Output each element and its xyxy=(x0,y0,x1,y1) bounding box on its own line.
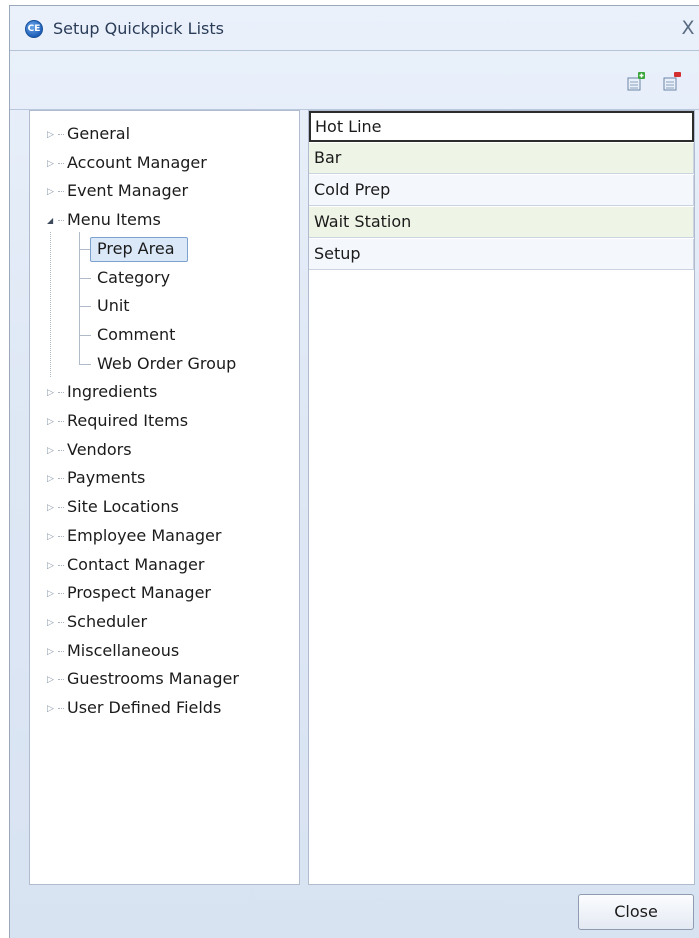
collapsed-arrow-icon[interactable]: ▷ xyxy=(47,121,57,147)
add-list-icon[interactable] xyxy=(626,72,646,92)
tree-branch-line xyxy=(79,334,91,336)
tree-subitem-unit[interactable]: Unit xyxy=(97,293,130,319)
list-item-wait-station[interactable]: Wait Station xyxy=(309,207,694,238)
collapsed-arrow-icon[interactable]: ▷ xyxy=(47,609,57,635)
tree-item-label: User Defined Fields xyxy=(67,698,222,717)
tree-connector xyxy=(58,507,64,509)
tree-subitem-category[interactable]: Category xyxy=(97,265,170,291)
tree-item-label: Prospect Manager xyxy=(67,583,212,603)
tree-item-label: Site Locations xyxy=(67,497,179,517)
collapsed-arrow-icon[interactable]: ▷ xyxy=(47,580,57,606)
tree-margin-line xyxy=(50,231,51,378)
remove-list-icon[interactable] xyxy=(662,72,682,92)
tree-item-event-manager[interactable]: ▷ Event Manager xyxy=(47,178,287,204)
setup-quickpick-lists-dialog: CE Setup Quickpick Lists X ▷ General ▷ A… xyxy=(9,5,699,938)
tree-connector xyxy=(58,478,64,480)
tree-subitem-prep-area[interactable]: Prep Area xyxy=(97,236,175,262)
expanded-arrow-icon[interactable]: ◢ xyxy=(47,207,57,233)
tree-connector xyxy=(58,134,64,135)
tree-item-ingredients[interactable]: ▷ Ingredients xyxy=(47,379,287,405)
close-button[interactable]: Close xyxy=(578,894,694,930)
tree-item-scheduler[interactable]: ▷ Scheduler xyxy=(47,609,287,635)
tree-item-employee-manager[interactable]: ▷ Employee Manager xyxy=(47,523,287,549)
tree-item-contact-manager[interactable]: ▷ Contact Manager xyxy=(47,552,287,578)
tree-connector xyxy=(58,593,64,595)
list-item-cold-prep[interactable]: Cold Prep xyxy=(309,175,694,206)
tree-subitem-comment[interactable]: Comment xyxy=(97,322,175,348)
quickpick-list[interactable]: Hot Line Bar Cold Prep Wait Station Setup xyxy=(308,110,695,885)
collapsed-arrow-icon[interactable]: ▷ xyxy=(47,523,57,549)
collapsed-arrow-icon[interactable]: ▷ xyxy=(47,666,57,692)
window-title: Setup Quickpick Lists xyxy=(53,19,224,38)
tree-item-label: General xyxy=(67,124,131,143)
tree-branch-line xyxy=(79,306,91,308)
tree-connector xyxy=(58,162,64,164)
close-window-icon[interactable]: X xyxy=(677,18,699,40)
tree-item-label: Miscellaneous xyxy=(67,640,180,660)
tree-item-guestrooms-manager[interactable]: ▷ Guestrooms Manager xyxy=(47,666,287,692)
toolbar xyxy=(10,52,699,110)
tree-item-label: Guestrooms Manager xyxy=(67,669,239,689)
list-item-bar[interactable]: Bar xyxy=(309,143,694,174)
tree-connector xyxy=(58,679,64,681)
tree-connector xyxy=(58,535,64,537)
tree-item-payments[interactable]: ▷ Payments xyxy=(47,465,287,491)
tree-item-label: Event Manager xyxy=(67,181,189,201)
tree-item-required-items[interactable]: ▷ Required Items xyxy=(47,408,287,434)
tree-connector xyxy=(58,220,64,222)
tree-connector xyxy=(58,564,64,566)
tree-item-label: Employee Manager xyxy=(67,525,222,545)
tree-connector xyxy=(58,650,64,652)
tree-item-label: Contact Manager xyxy=(67,554,205,574)
collapsed-arrow-icon[interactable]: ▷ xyxy=(47,638,57,664)
collapsed-arrow-icon[interactable]: ▷ xyxy=(47,465,57,491)
tree-branch-line xyxy=(79,277,91,279)
tree-connector xyxy=(58,708,64,709)
list-item-setup[interactable]: Setup xyxy=(309,239,694,270)
tree-connector xyxy=(58,421,64,422)
title-bar[interactable]: CE Setup Quickpick Lists X xyxy=(10,6,699,51)
tree-item-general[interactable]: ▷ General xyxy=(47,121,287,147)
tree-item-user-defined-fields[interactable]: ▷ User Defined Fields xyxy=(47,695,287,721)
category-tree[interactable]: ▷ General ▷ Account Manager ▷ Event Manager ◢ M… xyxy=(29,110,300,885)
tree-item-label: Ingredients xyxy=(67,382,158,402)
tree-item-site-locations[interactable]: ▷ Site Locations xyxy=(47,494,287,520)
collapsed-arrow-icon[interactable]: ▷ xyxy=(47,552,57,578)
tree-item-account-manager[interactable]: ▷ Account Manager xyxy=(47,150,287,176)
collapsed-arrow-icon[interactable]: ▷ xyxy=(47,150,57,176)
list-item-hot-line[interactable]: Hot Line xyxy=(309,111,694,142)
app-logo-icon: CE xyxy=(25,20,43,38)
collapsed-arrow-icon[interactable]: ▷ xyxy=(47,695,57,721)
tree-item-label: Scheduler xyxy=(67,611,148,631)
tree-connector xyxy=(58,621,64,623)
tree-item-label: Required Items xyxy=(67,411,189,430)
tree-connector xyxy=(58,449,64,451)
tree-item-prospect-manager[interactable]: ▷ Prospect Manager xyxy=(47,580,287,606)
tree-connector xyxy=(58,191,64,193)
tree-subitem-web-order-group[interactable]: Web Order Group xyxy=(97,351,236,377)
collapsed-arrow-icon[interactable]: ▷ xyxy=(47,178,57,204)
tree-item-menu-items[interactable]: ◢ Menu Items xyxy=(47,207,287,233)
collapsed-arrow-icon[interactable]: ▷ xyxy=(47,379,57,405)
tree-item-label: Account Manager xyxy=(67,152,207,172)
tree-item-label: Menu Items xyxy=(67,210,161,230)
tree-item-miscellaneous[interactable]: ▷ Miscellaneous xyxy=(47,638,287,664)
tree-item-label: Vendors xyxy=(67,439,132,459)
collapsed-arrow-icon[interactable]: ▷ xyxy=(47,494,57,520)
tree-connector xyxy=(58,392,64,394)
tree-item-vendors[interactable]: ▷ Vendors xyxy=(47,437,287,463)
tree-guide-line xyxy=(79,231,80,364)
tree-item-label: Payments xyxy=(67,468,146,488)
collapsed-arrow-icon[interactable]: ▷ xyxy=(47,408,57,434)
collapsed-arrow-icon[interactable]: ▷ xyxy=(47,437,57,463)
tree-branch-line xyxy=(79,363,91,365)
